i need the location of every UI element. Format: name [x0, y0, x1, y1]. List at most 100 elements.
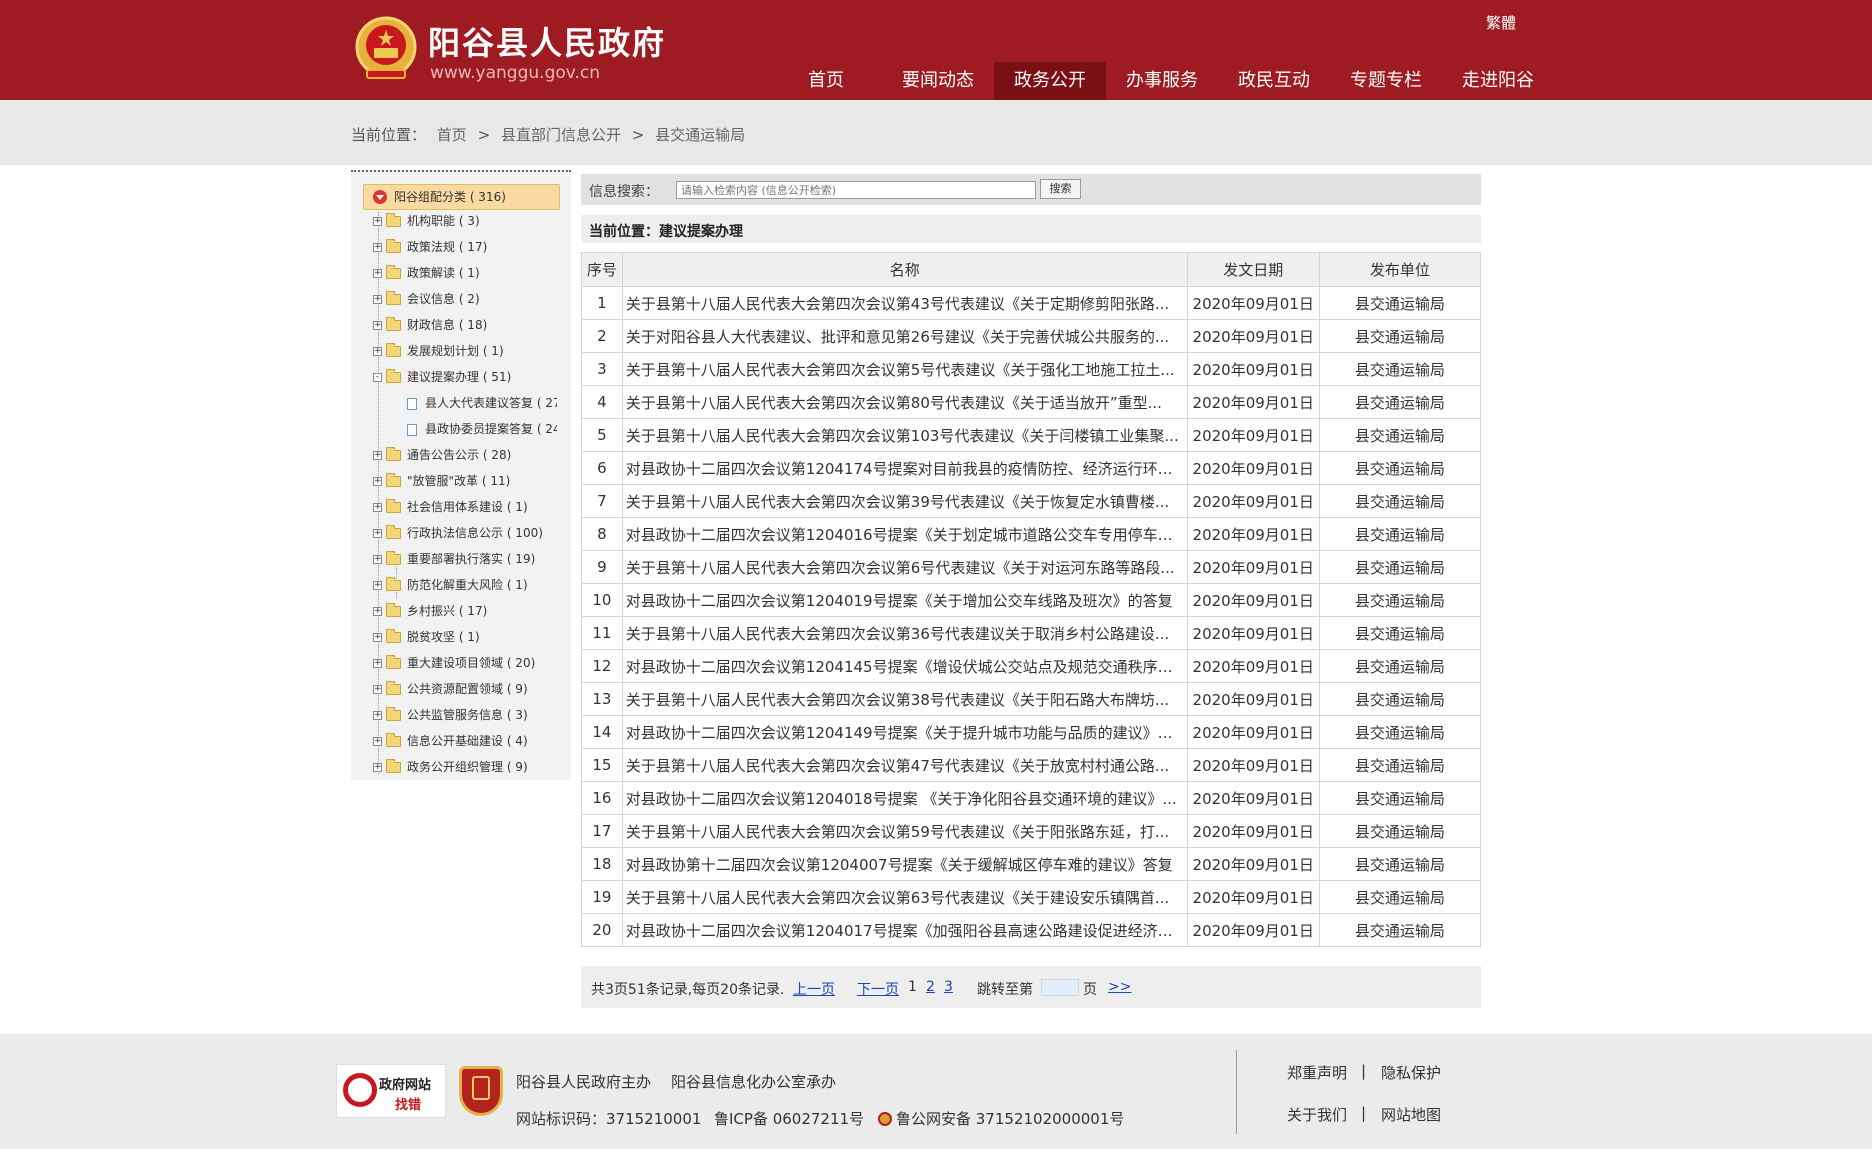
search-input[interactable] — [676, 181, 1036, 199]
row-date: 2020年09月01日 — [1186, 385, 1320, 419]
row-title-link[interactable]: 对县政协十二届四次会议第1204016号提案《关于划定城市道路公交车专用停车区.… — [621, 517, 1188, 551]
expand-icon[interactable]: + — [373, 763, 382, 772]
expand-icon[interactable]: + — [373, 633, 382, 642]
footer-police-record[interactable]: 鲁公网安备 37152102000001号 — [878, 1108, 1124, 1129]
folder-icon — [386, 239, 401, 253]
tree-root[interactable]: 阳谷组配分类 ( 316) — [363, 184, 560, 210]
prev-page-link[interactable]: 上一页 — [793, 979, 835, 999]
row-title-link[interactable]: 对县政协十二届四次会议第1204019号提案《关于增加公交车线路及班次》的答复 — [621, 583, 1188, 617]
row-title-link[interactable]: 关于对阳谷县人大代表建议、批评和意见第26号建议《关于完善伏城公共服务的... — [621, 319, 1188, 353]
category-tree: 阳谷组配分类 ( 316) + 机构职能 ( 3) + 政策法规 ( 17) + 政策解读… — [351, 170, 571, 780]
expand-icon[interactable]: + — [373, 217, 382, 226]
footer-privacy-link[interactable]: 隐私保护 — [1381, 1062, 1441, 1083]
tree-item[interactable]: + 社会信用体系建设 ( 1) — [373, 497, 528, 517]
search-button[interactable]: 搜索 — [1040, 179, 1081, 199]
row-title-link[interactable]: 对县政协第十二届四次会议第1204007号提案《关于缓解城区停车难的建议》答复 — [621, 847, 1188, 881]
page-link-2[interactable]: 2 — [926, 979, 935, 995]
row-title-link[interactable]: 关于县第十八届人民代表大会第四次会议第47号代表建议《关于放宽村村通公路... — [621, 748, 1188, 782]
row-title-link[interactable]: 关于县第十八届人民代表大会第四次会议第43号代表建议《关于定期修剪阳张路... — [621, 286, 1188, 320]
tree-item[interactable]: + 公共资源配置领域 ( 9) — [373, 679, 528, 699]
party-gov-agency-badge-icon[interactable] — [459, 1066, 503, 1116]
row-number: 4 — [581, 385, 623, 419]
nav-gov-affairs[interactable]: 政务公开 — [994, 62, 1106, 100]
tree-item-label: 重要部署执行落实 ( 19) — [407, 552, 536, 566]
row-title-link[interactable]: 关于县第十八届人民代表大会第四次会议第80号代表建议《关于适当放开”重型... — [621, 385, 1188, 419]
expand-icon[interactable]: + — [373, 243, 382, 252]
footer-disclaimer-link[interactable]: 郑重声明 — [1287, 1062, 1347, 1083]
nav-services[interactable]: 办事服务 — [1106, 62, 1218, 100]
nav-topics[interactable]: 专题专栏 — [1330, 62, 1442, 100]
expand-icon[interactable]: + — [373, 659, 382, 668]
tree-item[interactable]: + "放管服"改革 ( 11) — [373, 471, 510, 491]
row-title-link[interactable]: 对县政协十二届四次会议第1204149号提案《关于提升城市功能与品质的建议》的.… — [621, 715, 1188, 749]
row-title-link[interactable]: 对县政协十二届四次会议第1204145号提案《增设伏城公交站点及规范交通秩序》.… — [621, 649, 1188, 683]
tree-item[interactable]: + 防范化解重大风险 ( 1) — [373, 575, 528, 595]
nav-about-yanggu[interactable]: 走进阳谷 — [1442, 62, 1554, 100]
row-title-link[interactable]: 关于县第十八届人民代表大会第四次会议第6号代表建议《关于对运河东路等路段... — [621, 550, 1188, 584]
collapse-icon[interactable]: - — [373, 373, 382, 382]
tree-subitem[interactable]: 县政协委员提案答复 ( 24) — [407, 419, 557, 439]
expand-icon[interactable]: + — [373, 737, 382, 746]
tree-item[interactable]: + 政务公开组织管理 ( 9) — [373, 757, 528, 777]
tree-item[interactable]: + 政策法规 ( 17) — [373, 237, 487, 257]
expand-icon[interactable]: + — [373, 581, 382, 590]
expand-icon[interactable]: + — [373, 347, 382, 356]
footer-icp[interactable]: 鲁ICP备 06027211号 — [714, 1108, 864, 1129]
expand-icon[interactable]: + — [373, 503, 382, 512]
tree-item[interactable]: + 政策解读 ( 1) — [373, 263, 480, 283]
page-link-3[interactable]: 3 — [944, 979, 953, 995]
tree-item[interactable]: + 机构职能 ( 3) — [373, 211, 480, 231]
row-title-link[interactable]: 关于县第十八届人民代表大会第四次会议第103号代表建议《关于闫楼镇工业集聚... — [621, 418, 1188, 452]
expand-icon[interactable]: + — [373, 555, 382, 564]
breadcrumb-dept-info[interactable]: 县直部门信息公开 — [501, 126, 621, 144]
tree-item[interactable]: + 重要部署执行落实 ( 19) — [373, 549, 535, 569]
tree-item[interactable]: + 行政执法信息公示 ( 100) — [373, 523, 543, 543]
row-title-link[interactable]: 对县政协十二届四次会议第1204017号提案《加强阳谷县高速公路建设促进经济发.… — [621, 913, 1188, 947]
nav-news[interactable]: 要闻动态 — [882, 62, 994, 100]
tree-item[interactable]: + 通告公告公示 ( 28) — [373, 445, 511, 465]
row-publisher: 县交通运输局 — [1318, 715, 1482, 749]
tree-subitem[interactable]: 县人大代表建议答复 ( 27) — [407, 393, 557, 413]
traditional-chinese-link[interactable]: 繁體 — [1486, 12, 1516, 33]
row-title-link[interactable]: 关于县第十八届人民代表大会第四次会议第5号代表建议《关于强化工地施工拉土... — [621, 352, 1188, 386]
nav-interaction[interactable]: 政民互动 — [1218, 62, 1330, 100]
expand-icon[interactable]: + — [373, 529, 382, 538]
expand-icon[interactable]: + — [373, 607, 382, 616]
nav-home[interactable]: 首页 — [770, 62, 882, 100]
table-row: 20 对县政协十二届四次会议第1204017号提案《加强阳谷县高速公路建设促进经济… — [581, 913, 1482, 947]
expand-icon[interactable]: + — [373, 295, 382, 304]
row-title-link[interactable]: 对县政协十二届四次会议第1204174号提案对目前我县的疫情防控、经济运行环境.… — [621, 451, 1188, 485]
gov-site-error-report-badge[interactable]: 政府网站 找错 — [336, 1064, 446, 1118]
expand-icon[interactable]: + — [373, 685, 382, 694]
expand-icon[interactable]: + — [373, 477, 382, 486]
tree-item[interactable]: - 建议提案办理 ( 51) — [373, 367, 511, 387]
footer-undertaker: 阳谷县信息化办公室承办 — [671, 1073, 837, 1091]
row-title-link[interactable]: 对县政协十二届四次会议第1204018号提案 《关于净化阳谷县交通环境的建议》.… — [621, 781, 1188, 815]
jump-go-link[interactable]: >> — [1108, 979, 1131, 995]
row-title-link[interactable]: 关于县第十八届人民代表大会第四次会议第36号代表建议关于取消乡村公路建设... — [621, 616, 1188, 650]
row-title-link[interactable]: 关于县第十八届人民代表大会第四次会议第63号代表建议《关于建设安乐镇隅首... — [621, 880, 1188, 914]
row-title-link[interactable]: 关于县第十八届人民代表大会第四次会议第39号代表建议《关于恢复定水镇曹楼... — [621, 484, 1188, 518]
tree-item[interactable]: + 发展规划计划 ( 1) — [373, 341, 504, 361]
row-title-link[interactable]: 关于县第十八届人民代表大会第四次会议第59号代表建议《关于阳张路东延，打... — [621, 814, 1188, 848]
tree-item[interactable]: + 乡村振兴 ( 17) — [373, 601, 487, 621]
row-title-link[interactable]: 关于县第十八届人民代表大会第四次会议第38号代表建议《关于阳石路大布牌坊... — [621, 682, 1188, 716]
breadcrumb-transport-bureau[interactable]: 县交通运输局 — [655, 126, 745, 144]
jump-page-input[interactable] — [1041, 979, 1079, 996]
expand-icon[interactable]: + — [373, 451, 382, 460]
folder-icon — [386, 681, 401, 695]
tree-item[interactable]: + 会议信息 ( 2) — [373, 289, 480, 309]
expand-icon[interactable]: + — [373, 711, 382, 720]
breadcrumb-home[interactable]: 首页 — [437, 126, 467, 144]
tree-item[interactable]: + 信息公开基础建设 ( 4) — [373, 731, 528, 751]
tree-item[interactable]: + 重大建设项目领域 ( 20) — [373, 653, 535, 673]
tree-item[interactable]: + 脱贫攻坚 ( 1) — [373, 627, 480, 647]
next-page-link[interactable]: 下一页 — [857, 979, 899, 999]
footer-about-link[interactable]: 关于我们 — [1287, 1104, 1347, 1125]
footer-sitemap-link[interactable]: 网站地图 — [1381, 1104, 1441, 1125]
row-date: 2020年09月01日 — [1186, 682, 1320, 716]
tree-item[interactable]: + 财政信息 ( 18) — [373, 315, 487, 335]
tree-item[interactable]: + 公共监管服务信息 ( 3) — [373, 705, 528, 725]
expand-icon[interactable]: + — [373, 269, 382, 278]
expand-icon[interactable]: + — [373, 321, 382, 330]
